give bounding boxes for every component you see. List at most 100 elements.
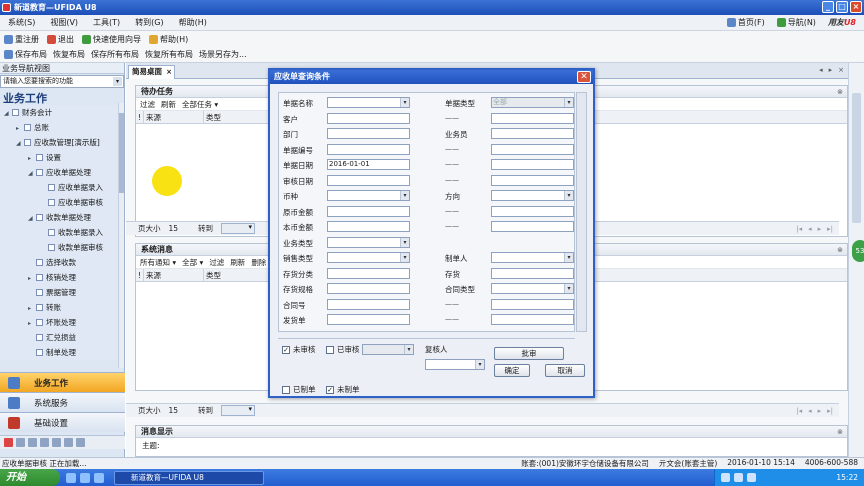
field-input[interactable] [491,205,574,217]
chevron-down-icon[interactable]: ▾ [400,237,409,247]
audit-date-select[interactable]: ▾ [362,344,414,355]
folder-icon[interactable] [80,472,90,483]
chevron-down-icon[interactable]: ▾ [400,98,409,107]
page-select[interactable] [221,223,256,234]
field-input[interactable]: 2016-01-01 [327,159,410,170]
table-icon[interactable] [40,438,49,447]
made-checkbox[interactable]: 已制单 [282,384,316,395]
field-input[interactable] [491,159,574,170]
tree-item[interactable]: 汇兑损益 [0,330,124,345]
tab-simple-desktop[interactable]: 简易桌面 × [128,65,175,79]
tree-item[interactable]: ◢ 应收款管理[演示版] [0,135,124,150]
reviewer-select[interactable]: ▾ [425,359,485,370]
unaudited-checkbox[interactable]: ✓ 未审核 [282,344,316,355]
grid-icon[interactable] [28,438,37,447]
field-input[interactable] [491,112,574,124]
field-input[interactable] [327,267,410,279]
field-input[interactable] [491,298,574,310]
scroll-thumb[interactable] [119,113,124,193]
tab-next-icon[interactable]: ▸ [829,66,833,74]
batch-audit-button[interactable]: 批审 [494,347,564,360]
field-input[interactable]: ▾ [491,190,574,201]
tree-item[interactable]: 应收单据审核 [0,195,124,210]
copy-icon[interactable] [52,438,61,447]
tree-arrow-icon[interactable]: ◢ [28,166,36,181]
msg-filter[interactable]: 过滤 [209,256,224,268]
field-input[interactable] [491,267,574,279]
tree-arrow-icon[interactable]: ◢ [28,211,36,226]
last-page-icon[interactable]: ▸| [827,225,833,233]
tree-arrow-icon[interactable]: ▸ [28,316,36,331]
tree-item[interactable]: ▸ 坏账处理 [0,315,124,330]
msg-delete[interactable]: 删除 [251,256,266,268]
collapse-icon[interactable]: ⊗ [837,86,843,98]
tree-arrow-icon[interactable]: ▸ [28,151,36,166]
home-link[interactable]: 首页(F) [726,17,765,28]
tree-item[interactable]: 制单处理 [0,345,124,360]
ie-icon[interactable] [66,472,76,483]
chevron-down-icon[interactable]: ▾ [400,191,409,200]
first-page-icon[interactable]: |◂ [796,407,802,415]
menu-view[interactable]: 视图(V) [50,17,78,28]
field-input[interactable] [327,205,410,217]
last-page-icon[interactable]: ▸| [827,407,833,415]
field-input[interactable]: ▾ [491,252,574,263]
tree-item[interactable]: ◢ 财务会计 [0,105,124,120]
tree-item[interactable]: ▸ 总账 [0,120,124,135]
msg-all[interactable]: 全部 ▾ [182,256,203,268]
list-icon[interactable] [16,438,25,447]
prev-page-icon[interactable]: ◂ [808,407,812,415]
field-input[interactable] [327,112,410,124]
field-input[interactable] [327,221,410,232]
chevron-down-icon[interactable]: ▾ [564,284,573,293]
tree-arrow-icon[interactable]: ◢ [4,106,12,121]
field-input[interactable] [491,314,574,325]
unmade-checkbox[interactable]: ✓ 未制单 [326,384,360,395]
tree-item[interactable]: ▸ 转账 [0,300,124,315]
field-input[interactable]: ▾ [491,283,574,294]
chevron-down-icon[interactable]: ▾ [564,191,573,200]
field-input[interactable]: ▾ [327,236,410,248]
system-service-button[interactable]: 系统服务 [0,392,125,412]
field-input[interactable] [491,128,574,139]
cancel-button[interactable]: 取消 [545,364,585,377]
chevron-down-icon[interactable]: ▾ [564,98,573,107]
tree-item[interactable]: 选择收款 [0,255,124,270]
menu-tools[interactable]: 工具(T) [93,17,120,28]
stop-icon[interactable] [4,438,13,447]
start-button[interactable]: 开始 [0,469,60,486]
tray-icon[interactable] [747,473,756,482]
tree-arrow-icon[interactable]: ▸ [16,121,24,136]
save-scene-as-button[interactable]: 场景另存为... [199,49,247,60]
quick-guide-button[interactable]: 快速使用向导 [82,34,141,45]
tree-item[interactable]: 收款单据录入 [0,225,124,240]
field-input[interactable]: ▾ [327,252,410,263]
restore-all-layout-button[interactable]: 恢复所有布局 [145,49,193,60]
relogin-button[interactable]: 重注册 [4,34,39,45]
form-scrollbar[interactable] [576,92,587,332]
next-page-icon[interactable]: ▸ [818,225,822,233]
msg-all-notices[interactable]: 所有通知 ▾ [140,256,176,268]
todo-filter[interactable]: 过滤 [140,98,155,110]
restore-layout-button[interactable]: 恢复布局 [53,49,85,60]
function-search-input[interactable]: 请输入您要搜索的功能 ▾ [0,75,124,88]
menu-help[interactable]: 帮助(H) [179,17,207,28]
tree-item[interactable]: ▸ 设置 [0,150,124,165]
field-input[interactable]: 全部 ▾ [491,97,574,108]
tree-item[interactable]: ◢ 收款单据处理 [0,210,124,225]
exit-button[interactable]: 退出 [47,34,74,45]
audited-checkbox[interactable]: 已审核 [326,344,360,355]
sidebar-scrollbar[interactable] [118,103,124,368]
chevron-down-icon[interactable]: ▾ [564,253,573,262]
page-select[interactable] [221,405,256,416]
nav-link[interactable]: 导航(N) [776,17,816,28]
field-input[interactable] [327,128,410,139]
field-input[interactable] [327,283,410,294]
tab-close-icon[interactable]: × [166,66,172,78]
tree-item[interactable]: ▸ 核销处理 [0,270,124,285]
float-badge[interactable]: 53 [852,240,864,262]
tree-item[interactable]: 应收单据录入 [0,180,124,195]
save-all-layout-button[interactable]: 保存所有布局 [91,49,139,60]
field-input[interactable] [327,174,410,186]
close-button[interactable]: × [850,1,862,13]
